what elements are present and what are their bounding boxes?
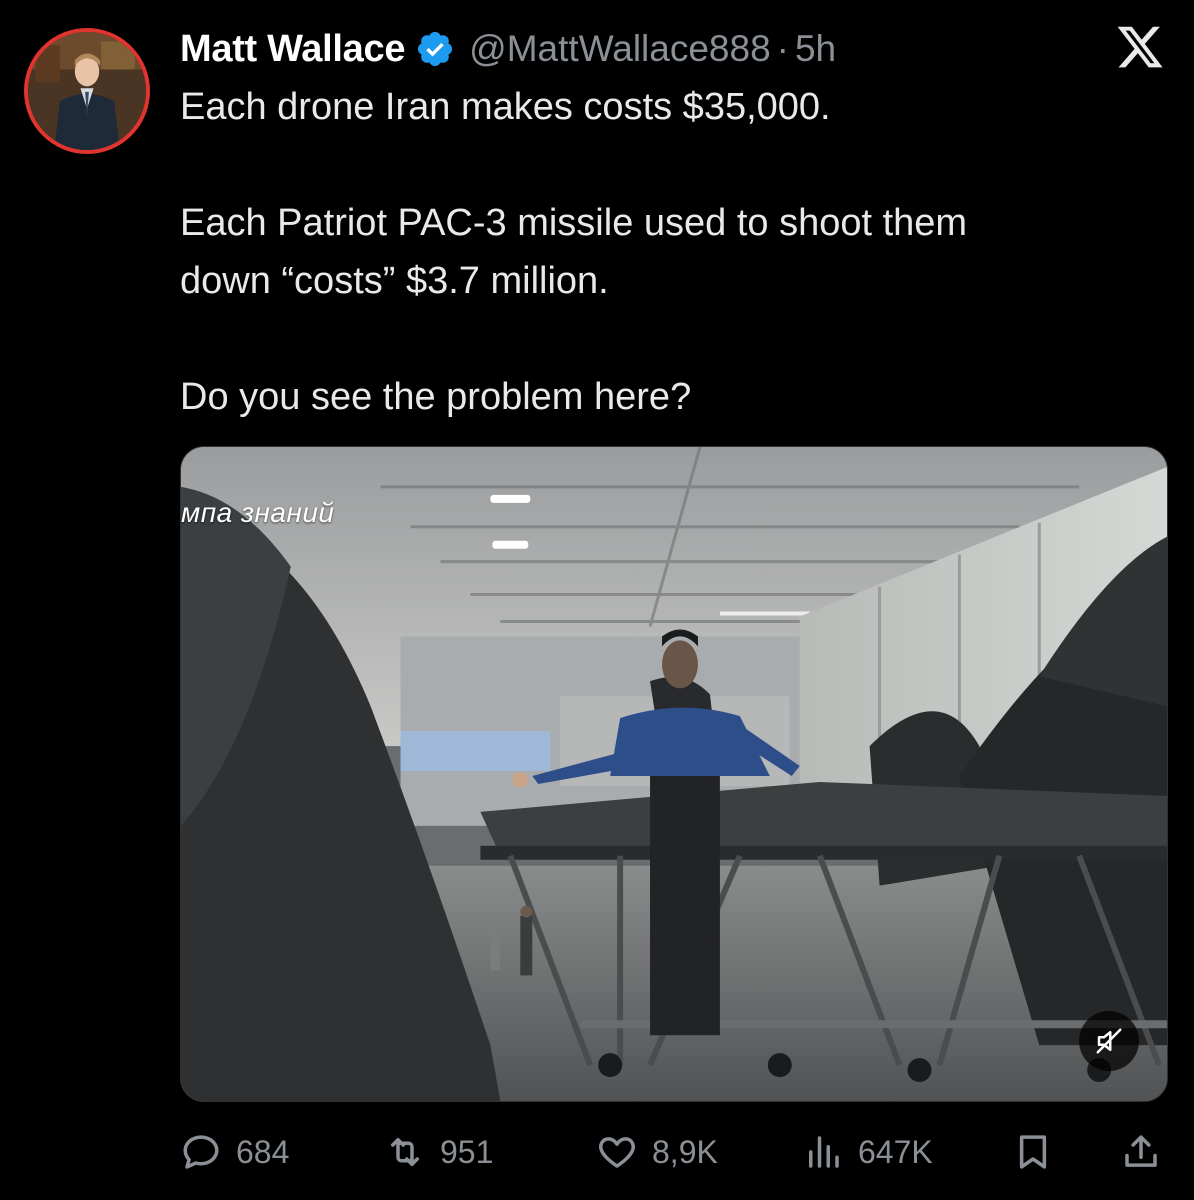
repost-count: 951 (440, 1133, 494, 1170)
separator-dot: · (776, 28, 789, 69)
tweet-line: Do you see the problem here? (180, 376, 692, 418)
heart-icon (599, 1137, 635, 1168)
post-time[interactable]: 5h (795, 28, 836, 70)
video-frame (181, 447, 1167, 1101)
video-watermark: мпа знаний (181, 497, 335, 528)
verified-badge-icon (415, 29, 455, 69)
bookmark-button[interactable] (1012, 1124, 1054, 1180)
view-count: 647K (858, 1133, 933, 1170)
repost-button[interactable]: 951 (384, 1124, 493, 1180)
author-display-name[interactable]: Matt Wallace (180, 28, 405, 71)
speaker-muted-icon (1096, 1028, 1122, 1054)
x-logo-icon (1114, 22, 1166, 72)
views-chart-icon (809, 1136, 839, 1168)
tweet-header: Matt Wallace @MattWallace888 · 5h (180, 24, 836, 74)
video-player[interactable]: мпа знаний (180, 446, 1168, 1102)
reply-icon (183, 1135, 219, 1169)
bookmark-icon (1019, 1135, 1047, 1169)
action-bar: 684 951 8,9K 647K (180, 1124, 1165, 1180)
share-icon (1125, 1135, 1157, 1167)
like-button[interactable]: 8,9K (596, 1124, 718, 1180)
views-button[interactable]: 647K (802, 1124, 933, 1180)
avatar-image (28, 32, 146, 150)
reply-count: 684 (236, 1133, 290, 1170)
tweet-line: down “costs” $3.7 million. (180, 260, 609, 302)
share-button[interactable] (1120, 1124, 1162, 1180)
repost-icon (391, 1138, 419, 1166)
unmute-button[interactable] (1079, 1011, 1139, 1071)
tweet-line: Each Patriot PAC-3 missile used to shoot… (180, 202, 968, 244)
author-handle[interactable]: @MattWallace888 (469, 28, 770, 70)
reply-button[interactable]: 684 (180, 1124, 289, 1180)
avatar[interactable] (24, 28, 150, 154)
tweet-line: Each drone Iran makes costs $35,000. (180, 86, 831, 128)
tweet-text: Each drone Iran makes costs $35,000. Eac… (180, 78, 1160, 426)
like-count: 8,9K (652, 1133, 718, 1170)
